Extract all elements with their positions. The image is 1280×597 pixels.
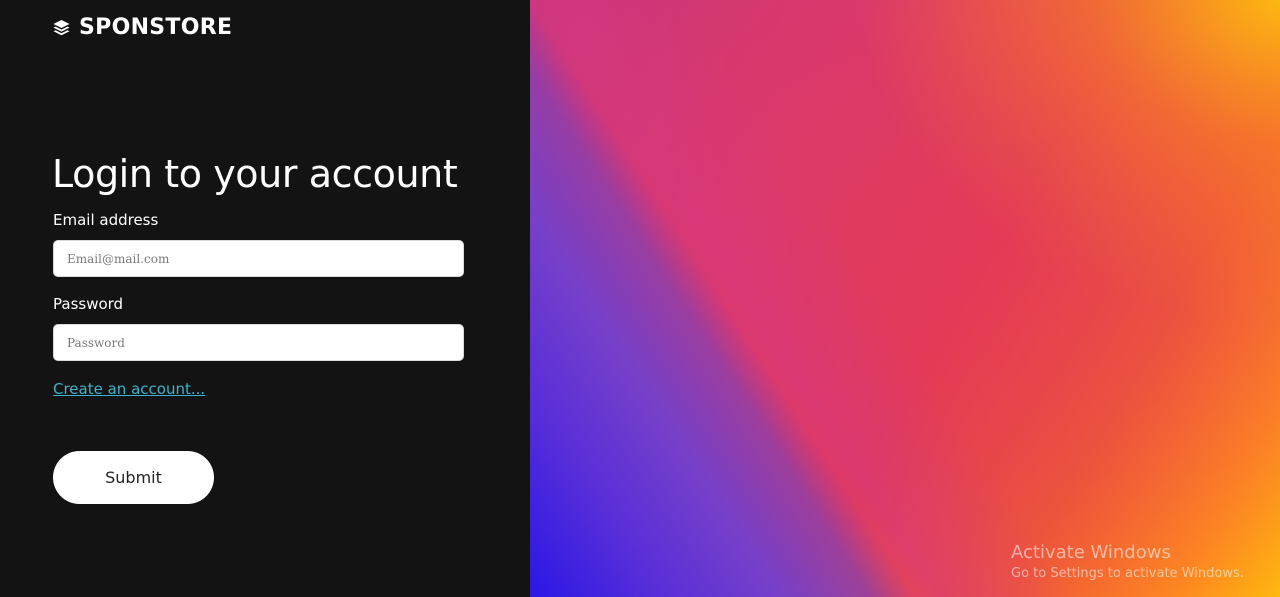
submit-button[interactable]: Submit <box>53 451 214 504</box>
email-label: Email address <box>53 211 159 229</box>
password-field[interactable] <box>53 324 464 361</box>
login-page: SPONSTORE Login to your account Email ad… <box>0 0 1280 597</box>
create-account-link[interactable]: Create an account... <box>53 380 205 398</box>
gradient-purple-band <box>530 0 1280 597</box>
brand-name: SPONSTORE <box>79 15 233 40</box>
login-panel: SPONSTORE Login to your account Email ad… <box>0 0 530 597</box>
layers-icon <box>52 18 71 37</box>
page-title: Login to your account <box>52 152 458 196</box>
brand-logo[interactable]: SPONSTORE <box>52 15 232 40</box>
activate-windows-subtitle: Go to Settings to activate Windows. <box>1011 566 1244 581</box>
password-label: Password <box>53 295 124 313</box>
activate-windows-title: Activate Windows <box>1011 542 1171 563</box>
email-field[interactable] <box>53 240 464 277</box>
hero-gradient: Activate Windows Go to Settings to activ… <box>530 0 1280 597</box>
